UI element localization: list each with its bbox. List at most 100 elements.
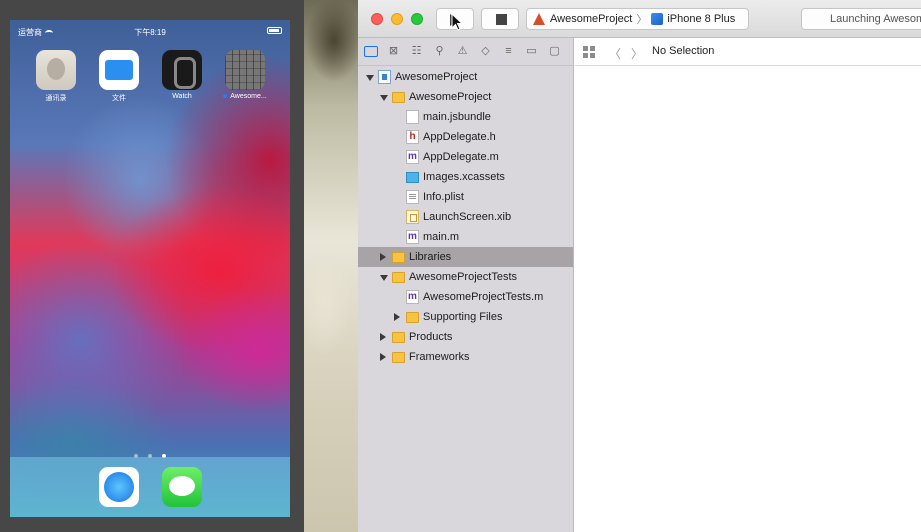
folder-icon [392,332,405,343]
breakpoint-icon[interactable]: ▭ [523,44,540,59]
file-tree-row[interactable]: Products [358,327,573,347]
file-tree-row[interactable]: Images.xcassets [358,167,573,187]
awesome-project-icon [225,50,265,90]
header-file-icon: h [406,130,419,144]
close-window-button[interactable] [371,13,383,25]
file-tree-row[interactable]: AwesomeProjectTests [358,267,573,287]
file-tree-row[interactable]: LaunchScreen.xib [358,207,573,227]
file-tree-label: Libraries [409,251,452,263]
folder-icon[interactable] [362,44,379,59]
file-tree-row[interactable]: h AppDelegate.h [358,127,573,147]
app-label: 通讯录 [45,95,67,102]
files-icon [99,50,139,90]
stop-icon [496,14,507,25]
stop-button[interactable] [481,8,519,30]
desktop: 运营商 下午8:19 通讯录 文件 Watch Awesome... Aweso… [0,0,921,532]
find-icon[interactable]: ⚲ [431,44,448,59]
file-tree-row[interactable]: AwesomeProject [358,67,573,87]
folder-icon [392,252,405,263]
project-navigator: ⊠ ☷ ⚲ ⚠ ◇ ≡ ▭ ▢ AwesomeProject AwesomePro… [358,38,574,532]
chevron-right-icon: 〉 [636,14,648,26]
desktop-background [304,0,358,532]
xcode-app-icon [533,12,546,26]
symbol-icon[interactable]: ☷ [408,44,425,59]
file-tree-label: AwesomeProjectTests.m [423,291,544,303]
jump-bar-selection[interactable]: No Selection [652,45,714,57]
chevron-right-icon[interactable]: 〉 [631,45,643,62]
file-tree-row[interactable]: AwesomeProject [358,87,573,107]
source-control-icon[interactable]: ⊠ [385,44,402,59]
app-watch[interactable]: Watch [152,50,212,100]
disclosure-open-icon[interactable] [380,275,388,281]
app-label: 文件 [112,95,126,102]
file-tree-label: Products [409,331,453,343]
issue-icon[interactable]: ⚠ [454,44,471,59]
folder-icon [392,352,405,363]
status-time: 下午8:19 [134,28,166,37]
activity-status: Launching AwesomeProject [830,13,921,25]
file-tree-label: Images.xcassets [423,171,505,183]
file-tree-row[interactable]: main.jsbundle [358,107,573,127]
file-tree-row[interactable]: m AppDelegate.m [358,147,573,167]
device-icon [651,13,664,25]
simulator-window: 运营商 下午8:19 通讯录 文件 Watch Awesome... [0,0,304,532]
asset-catalog-icon [406,172,419,183]
app-files[interactable]: 文件 [89,50,149,103]
chevron-left-icon[interactable]: 〈 [609,45,621,62]
objc-file-icon: m [406,150,419,164]
messages-icon[interactable] [162,467,202,507]
file-tree-row[interactable]: Info.plist [358,187,573,207]
iphone-home-screen[interactable]: 运营商 下午8:19 通讯录 文件 Watch Awesome... [10,20,290,517]
disclosure-closed-icon[interactable] [394,313,400,321]
file-tree-label: AppDelegate.m [423,151,499,163]
contacts-icon [36,50,76,90]
editor-area: 〈 〉 No Selection [575,38,921,532]
disclosure-closed-icon[interactable] [380,353,386,361]
app-label: Awesome... [215,93,275,100]
safari-icon[interactable] [99,467,139,507]
app-label-text: Awesome... [230,93,267,100]
watch-icon [162,50,202,90]
file-tree-label: main.m [423,231,460,243]
report-icon[interactable]: ▢ [546,44,563,59]
file-tree-row[interactable]: Libraries [358,247,573,267]
file-tree-label: AwesomeProject [395,71,478,83]
file-tree-label: AwesomeProjectTests [409,271,518,283]
file-tree-label: AwesomeProject [409,91,492,103]
dock [10,457,290,517]
status-bar: 运营商 下午8:19 [10,20,290,42]
disclosure-open-icon[interactable] [380,95,388,101]
jump-bar: 〈 〉 No Selection [575,38,921,66]
document-icon [406,110,419,124]
scheme-name: AwesomeProject [550,13,633,25]
file-tree-label: AppDelegate.h [423,131,496,143]
file-tree-row[interactable]: Frameworks [358,347,573,367]
zoom-window-button[interactable] [411,13,423,25]
disclosure-open-icon[interactable] [366,75,374,81]
project-icon [378,70,391,84]
file-tree-row[interactable]: m main.m [358,227,573,247]
file-tree-row[interactable]: m AwesomeProjectTests.m [358,287,573,307]
file-tree-row[interactable]: Supporting Files [358,307,573,327]
objc-file-icon: m [406,290,419,304]
test-icon[interactable]: ◇ [477,44,494,59]
minimize-window-button[interactable] [391,13,403,25]
file-tree-label: LaunchScreen.xib [423,211,512,223]
scheme-selector[interactable]: AwesomeProject 〉 iPhone 8 Plus [526,8,749,30]
app-grid: 通讯录 文件 Watch Awesome... [10,50,290,110]
app-contacts[interactable]: 通讯录 [26,50,86,103]
activity-viewer: Launching AwesomeProject [801,8,921,30]
xib-icon [406,210,419,224]
disclosure-closed-icon[interactable] [380,253,386,261]
related-items-icon[interactable] [583,46,595,58]
app-awesome-project[interactable]: Awesome... [215,50,275,100]
file-tree-label: Supporting Files [423,311,503,323]
file-tree-label: Frameworks [409,351,470,363]
battery-icon [267,27,282,34]
debug-icon[interactable]: ≡ [500,44,517,59]
disclosure-closed-icon[interactable] [380,333,386,341]
folder-icon [392,92,405,103]
device-name: iPhone 8 Plus [667,13,736,25]
file-tree-label: Info.plist [423,191,464,203]
file-tree-label: main.jsbundle [423,111,491,123]
